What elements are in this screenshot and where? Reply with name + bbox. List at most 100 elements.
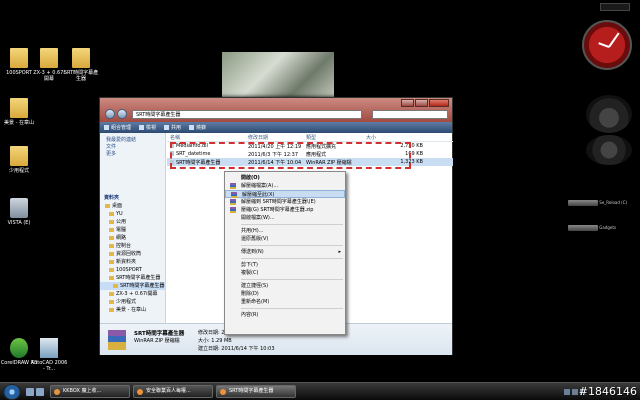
column-headers: 名稱 修改日期 類型 大小 xyxy=(167,133,453,142)
folder-icon xyxy=(109,260,114,264)
context-menu-item[interactable]: 重新命名(M) xyxy=(225,298,345,306)
window-titlebar[interactable]: SRT時間字幕產生器 xyxy=(100,98,452,122)
app-icon xyxy=(54,389,60,395)
close-button[interactable] xyxy=(429,99,449,107)
submenu-arrow-icon: ▸ xyxy=(338,249,341,255)
menu-separator xyxy=(241,308,343,309)
folder-icon xyxy=(220,389,226,395)
context-menu-item[interactable]: 剪下(T) xyxy=(225,261,345,269)
context-menu: 開啟(O) 解壓縮檔案(A)... 解壓縮至此(X) 解壓縮到 SRT時間字幕產生器\… xyxy=(224,171,346,335)
context-menu-item[interactable]: 共用(H)... xyxy=(225,227,345,235)
drive-gadget-2: Gadgets xyxy=(568,225,630,239)
coreldraw-icon xyxy=(10,338,28,358)
folder-icon xyxy=(10,146,28,166)
context-menu-item[interactable]: 內容(R) xyxy=(225,311,345,319)
context-menu-item[interactable]: 解壓縮至此(X) xyxy=(225,190,345,198)
favorite-link-more[interactable]: 更多 xyxy=(106,151,161,158)
context-menu-item[interactable]: 開啟(O) xyxy=(225,174,345,182)
folder-icon xyxy=(72,48,90,68)
folder-icon xyxy=(109,268,114,272)
views-button[interactable]: 檢視 xyxy=(139,124,156,131)
drive-bar-icon xyxy=(568,225,598,231)
desktop-icon-scenery[interactable]: 美景 - 在章山 xyxy=(0,98,38,126)
desktop-icon-autocad[interactable]: AutoCAD 2006 - Tr... xyxy=(30,338,68,372)
tree-item[interactable]: SRT時間字幕產生器 xyxy=(100,274,166,282)
winrar-icon xyxy=(230,199,236,205)
minimize-button[interactable] xyxy=(401,99,414,107)
folder-icon xyxy=(105,204,110,208)
tree-item[interactable]: 少用程式 xyxy=(100,298,166,306)
share-button[interactable]: 共用 xyxy=(164,124,181,131)
organize-button[interactable]: 組合管理 xyxy=(104,124,131,131)
app-icon xyxy=(137,389,143,395)
drive-icon xyxy=(10,198,28,218)
tray-icon[interactable] xyxy=(572,388,578,395)
forward-button[interactable] xyxy=(117,109,127,119)
back-button[interactable] xyxy=(105,109,115,119)
navigation-pane: 我最愛的連結 文件 更多 資料夾 桌面 YU 公用 電腦 網路 控制台 資源回收… xyxy=(100,133,166,323)
column-name[interactable]: 名稱 xyxy=(167,134,245,141)
folder-icon xyxy=(10,98,28,118)
context-menu-item[interactable]: 刪除(D) xyxy=(225,290,345,298)
user-folder-icon xyxy=(109,212,114,216)
start-button[interactable] xyxy=(3,383,21,400)
clock-gadget xyxy=(582,20,632,70)
quicklaunch-icon[interactable] xyxy=(26,387,34,396)
folder-icon xyxy=(113,284,118,288)
menu-separator xyxy=(241,224,343,225)
task-button-active[interactable]: SRT時間字幕產生器 xyxy=(216,385,296,398)
context-menu-item[interactable]: 開啟檔案(W)... xyxy=(225,214,345,222)
context-menu-item[interactable]: 複製(C) xyxy=(225,269,345,277)
task-button[interactable]: 安全聯業百人每權... xyxy=(133,385,213,398)
folder-icon xyxy=(109,220,114,224)
tree-item[interactable]: 100SPORT xyxy=(100,266,166,274)
folder-tree-header[interactable]: 資料夾 xyxy=(100,195,166,202)
tree-item[interactable]: 網路 xyxy=(100,234,166,242)
context-menu-item[interactable]: 傳送到(N) ▸ xyxy=(225,248,345,256)
tree-item[interactable]: YU xyxy=(100,210,166,218)
column-type[interactable]: 類型 xyxy=(303,134,363,141)
maximize-button[interactable] xyxy=(415,99,428,107)
quicklaunch-icon[interactable] xyxy=(36,387,44,396)
desktop-icon-srt[interactable]: SRT時間字幕產生器 xyxy=(62,48,100,82)
tree-item[interactable]: 桌面 xyxy=(100,202,166,210)
context-menu-item[interactable]: 解壓縮檔案(A)... xyxy=(225,182,345,190)
tree-item[interactable]: ZX-3 + 0.67i開幕 xyxy=(100,290,166,298)
context-menu-item[interactable]: 建立捷徑(S) xyxy=(225,282,345,290)
column-size[interactable]: 大小 xyxy=(363,134,423,141)
favorite-links: 我最愛的連結 文件 更多 xyxy=(100,133,165,158)
tree-item[interactable]: 資源回收筒 xyxy=(100,250,166,258)
network-icon xyxy=(109,236,114,240)
folder-icon xyxy=(109,300,114,304)
tree-item[interactable]: 美景 - 在章山 xyxy=(100,306,166,314)
control-panel-icon xyxy=(109,244,114,248)
search-input[interactable] xyxy=(372,110,448,119)
tree-item-selected[interactable]: SRT時間字幕產生器 xyxy=(100,282,166,290)
context-menu-item[interactable]: 解壓縮到 SRT時間字幕產生器\(E) xyxy=(225,198,345,206)
desktop-icon-vista-drive[interactable]: VISTA (E) xyxy=(0,198,38,226)
favorite-links-header: 我最愛的連結 xyxy=(106,137,137,143)
sidebar-gadget-bar xyxy=(600,3,630,11)
details-filename: SRT時間字幕產生器 xyxy=(134,331,185,337)
context-menu-item[interactable]: 壓縮(G) SRT時間字幕產生器.zip xyxy=(225,206,345,214)
tree-item[interactable]: 電腦 xyxy=(100,226,166,234)
winrar-archive-icon xyxy=(108,330,126,350)
organize-icon xyxy=(104,125,109,130)
desktop-icon-rare-programs[interactable]: 少用程式 xyxy=(0,146,38,174)
folder-icon xyxy=(109,308,114,312)
details-size: 大小: 1.29 MB xyxy=(198,338,232,344)
folder-icon xyxy=(109,292,114,296)
tree-item[interactable]: 公用 xyxy=(100,218,166,226)
taskbar: KKBOX 魔上收... 安全聯業百人每權... SRT時間字幕產生器 xyxy=(0,382,640,400)
context-menu-item[interactable]: 還原舊版(V) xyxy=(225,235,345,243)
address-bar[interactable]: SRT時間字幕產生器 xyxy=(132,110,362,119)
tree-item[interactable]: 控制台 xyxy=(100,242,166,250)
tray-icon[interactable] xyxy=(564,388,570,395)
favorite-link-documents[interactable]: 文件 xyxy=(106,144,161,151)
recycle-bin-icon xyxy=(109,252,114,256)
task-button[interactable]: KKBOX 魔上收... xyxy=(50,385,130,398)
column-date[interactable]: 修改日期 xyxy=(245,134,303,141)
burn-button[interactable]: 燒錄 xyxy=(189,124,206,131)
tree-item[interactable]: 新資料夾 xyxy=(100,258,166,266)
details-created: 建立日期: 2011/6/14 下午 10:03 xyxy=(198,346,275,352)
